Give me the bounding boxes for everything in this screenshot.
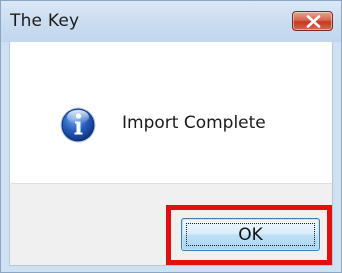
window-title: The Key [10,11,80,31]
close-button[interactable] [292,11,333,31]
close-icon [306,15,321,28]
ok-button-label: OK [238,225,263,245]
ok-button[interactable]: OK [181,218,320,251]
dialog-message: Import Complete [122,113,266,133]
title-bar[interactable]: The Key [1,1,341,42]
info-icon [60,107,96,143]
